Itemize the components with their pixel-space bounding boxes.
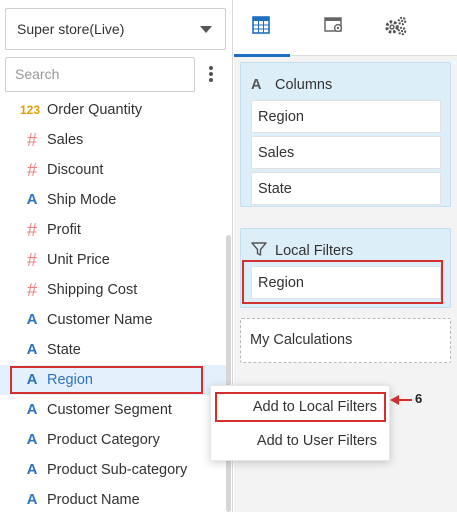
- list-item[interactable]: # Shipping Cost: [0, 275, 226, 305]
- field-label: Unit Price: [47, 252, 110, 268]
- list-item-selected[interactable]: A Region: [0, 365, 226, 395]
- dimension-icon: A: [26, 311, 38, 328]
- field-label: Ship Mode: [47, 192, 117, 208]
- field-label: Order Quantity: [47, 102, 143, 118]
- list-item[interactable]: # Profit: [0, 215, 226, 245]
- table-icon: [252, 16, 270, 34]
- tab-data[interactable]: [234, 0, 290, 57]
- scrollbar[interactable]: [226, 235, 231, 512]
- field-label: Shipping Cost: [47, 282, 138, 298]
- field-label: State: [47, 342, 81, 358]
- gears-icon: [385, 16, 407, 36]
- filter-icon: [251, 241, 267, 263]
- menu-item-add-to-user-filters[interactable]: Add to User Filters: [211, 424, 389, 458]
- list-item[interactable]: A Customer Name: [0, 305, 226, 335]
- measure-icon: #: [26, 280, 37, 300]
- datasource-label: Super store(Live): [17, 21, 125, 37]
- measure-icon: #: [26, 250, 37, 270]
- calculations-section[interactable]: My Calculations: [240, 318, 451, 363]
- dimension-icon: A: [26, 191, 38, 208]
- measure-icon: #: [26, 220, 37, 240]
- settings-window-icon: [324, 17, 343, 33]
- field-label: Profit: [47, 222, 81, 238]
- column-pill[interactable]: Sales: [251, 136, 441, 169]
- dimension-icon: A: [26, 341, 38, 358]
- list-item[interactable]: A Ship Mode: [0, 185, 226, 215]
- list-item[interactable]: A Product Sub-category: [0, 455, 226, 485]
- field-label: Sales: [47, 132, 84, 148]
- columns-section[interactable]: A Columns Region Sales State: [240, 62, 451, 207]
- section-title: Local Filters: [275, 243, 354, 259]
- field-list: 123 Order Quantity # Sales # Discount A …: [0, 95, 226, 515]
- field-label: Product Category: [47, 432, 160, 448]
- chevron-down-icon: [200, 26, 212, 33]
- step-number: 6: [415, 391, 423, 406]
- local-filters-section[interactable]: Local Filters Region: [240, 228, 451, 308]
- list-item[interactable]: 123 Order Quantity: [0, 95, 226, 125]
- dimension-icon: A: [26, 371, 38, 388]
- field-label: Product Name: [47, 492, 140, 508]
- list-item[interactable]: # Sales: [0, 125, 226, 155]
- list-item[interactable]: A Product Category: [0, 425, 226, 455]
- tab-properties[interactable]: [306, 0, 362, 56]
- menu-item-add-to-local-filters[interactable]: Add to Local Filters: [211, 390, 389, 424]
- column-pill[interactable]: Region: [251, 100, 441, 133]
- column-pill[interactable]: State: [251, 172, 441, 205]
- section-title: My Calculations: [250, 332, 353, 348]
- more-options-icon[interactable]: [205, 64, 217, 86]
- list-item[interactable]: A State: [0, 335, 226, 365]
- number-type-icon: 123: [20, 103, 41, 117]
- dimension-icon: A: [26, 431, 38, 448]
- measure-icon: #: [26, 130, 37, 150]
- field-panel: Super store(Live) Search 123 Order Quant…: [0, 0, 233, 512]
- filter-pill[interactable]: Region: [251, 266, 441, 299]
- dimension-icon: A: [26, 461, 38, 478]
- list-item[interactable]: A Customer Segment: [0, 395, 226, 425]
- list-item[interactable]: A Product Name: [0, 485, 226, 515]
- field-label: Customer Segment: [47, 402, 172, 418]
- dimension-icon: A: [251, 77, 262, 93]
- list-item[interactable]: # Discount: [0, 155, 226, 185]
- tab-settings[interactable]: [366, 0, 422, 56]
- measure-icon: #: [26, 160, 37, 180]
- search-placeholder: Search: [15, 66, 60, 82]
- field-label: Customer Name: [47, 312, 153, 328]
- list-item[interactable]: # Unit Price: [0, 245, 226, 275]
- dimension-icon: A: [26, 401, 38, 418]
- field-label: Region: [47, 372, 93, 388]
- context-menu: Add to Local Filters Add to User Filters: [210, 385, 390, 461]
- panel-tabs: [234, 0, 457, 57]
- columns-header: A Columns: [251, 75, 332, 95]
- datasource-dropdown[interactable]: Super store(Live): [5, 8, 226, 50]
- field-label: Discount: [47, 162, 104, 178]
- local-filters-header: Local Filters: [251, 241, 353, 261]
- search-input[interactable]: Search: [5, 57, 195, 92]
- field-label: Product Sub-category: [47, 462, 188, 478]
- dimension-icon: A: [26, 491, 38, 508]
- section-title: Columns: [275, 77, 333, 93]
